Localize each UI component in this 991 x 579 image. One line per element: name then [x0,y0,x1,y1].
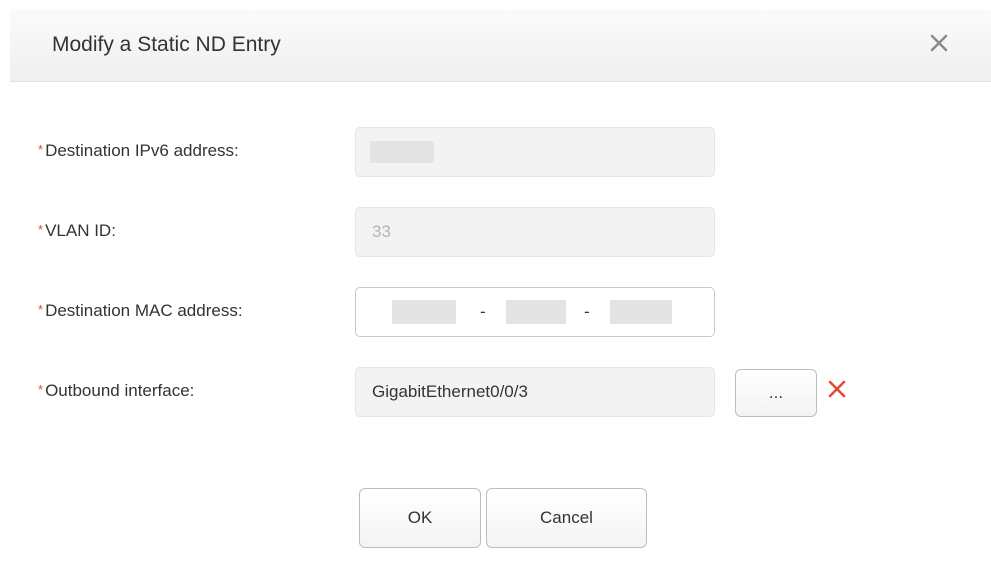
required-marker: * [38,142,44,157]
mac-separator: - [480,302,486,321]
close-icon[interactable] [924,28,954,58]
ipv6-address-label-text: Destination IPv6 address: [45,141,239,160]
browse-interface-button[interactable]: ... [735,369,817,417]
browse-button-label: ... [768,383,784,402]
mac-separator: - [584,302,590,321]
ok-button-label: OK [407,508,433,527]
outbound-interface-label: * Outbound interface: [38,381,194,401]
vlan-id-value: 33 [372,222,391,241]
outbound-interface-label-text: Outbound interface: [45,381,195,400]
mac-segment-1[interactable] [392,300,456,324]
mac-address-label: * Destination MAC address: [38,301,243,321]
dialog-title: Modify a Static ND Entry [52,33,281,56]
cancel-button-label: Cancel [540,508,593,527]
outbound-interface-value: GigabitEthernet0/0/3 [372,382,528,401]
mac-segment-2[interactable] [506,300,566,324]
outbound-interface-field[interactable]: GigabitEthernet0/0/3 [355,367,715,417]
mac-address-field[interactable]: - - [355,287,715,337]
cancel-button[interactable]: Cancel [486,488,647,548]
dialog-titlebar: Modify a Static ND Entry [10,9,991,82]
redacted-value [370,141,434,163]
ipv6-address-label: * Destination IPv6 address: [38,141,239,161]
x-icon[interactable] [826,378,848,400]
required-marker: * [38,382,44,397]
ipv6-address-field[interactable] [355,127,715,177]
ok-button[interactable]: OK [359,488,481,548]
required-marker: * [38,302,44,317]
mac-segment-3[interactable] [610,300,672,324]
vlan-id-label: * VLAN ID: [38,221,116,241]
mac-address-label-text: Destination MAC address: [45,301,243,320]
required-marker: * [38,222,44,237]
vlan-id-field[interactable]: 33 [355,207,715,257]
vlan-id-label-text: VLAN ID: [45,221,116,240]
